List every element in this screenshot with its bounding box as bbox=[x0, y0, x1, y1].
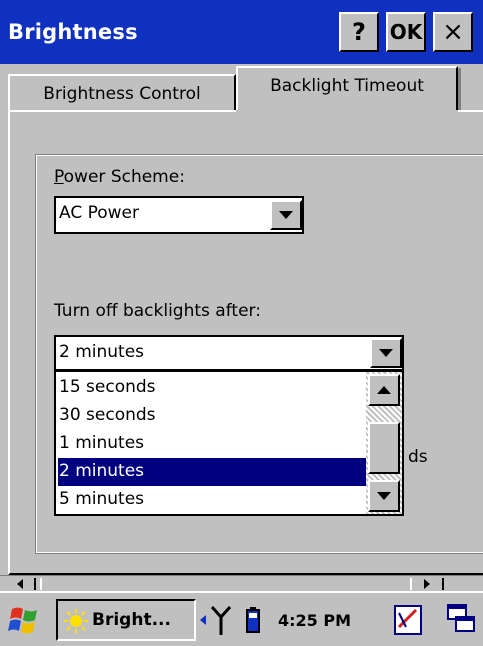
horizontal-scrollbar[interactable] bbox=[0, 575, 483, 591]
chevron-right-icon bbox=[424, 579, 430, 589]
list-item[interactable]: 5 minutes bbox=[58, 486, 366, 514]
backlight-timeout-value: 2 minutes bbox=[59, 342, 145, 362]
backlight-timeout-combo[interactable]: 2 minutes bbox=[54, 335, 404, 371]
arrow-left-icon bbox=[200, 615, 206, 625]
help-button[interactable]: ? bbox=[339, 12, 379, 52]
scroll-up-button[interactable] bbox=[368, 374, 400, 406]
ok-button[interactable]: OK bbox=[386, 12, 426, 52]
list-scrollbar[interactable] bbox=[366, 372, 402, 514]
desktop-icon[interactable] bbox=[446, 603, 478, 635]
pen-input-icon[interactable] bbox=[394, 605, 422, 635]
power-scheme-dropdown-button[interactable] bbox=[270, 200, 302, 230]
sun-icon bbox=[64, 609, 88, 633]
task-button-brightness[interactable]: Bright... bbox=[56, 599, 196, 641]
antenna-icon[interactable] bbox=[210, 605, 232, 635]
window-title: Brightness bbox=[8, 20, 138, 44]
chevron-down-icon bbox=[279, 211, 293, 219]
clock[interactable]: 4:25 PM bbox=[278, 611, 351, 630]
taskbar: Bright... 4:25 PM bbox=[0, 591, 483, 646]
task-button-label: Bright... bbox=[92, 610, 171, 630]
list-item-selected[interactable]: 2 minutes bbox=[58, 458, 366, 486]
tab-brightness-control[interactable]: Brightness Control bbox=[8, 74, 236, 112]
chevron-left-icon bbox=[17, 579, 23, 589]
power-scheme-combo[interactable]: AC Power bbox=[54, 196, 304, 234]
scroll-left-button[interactable] bbox=[6, 578, 36, 590]
tab-shadow bbox=[458, 68, 461, 110]
scroll-track[interactable] bbox=[40, 578, 408, 590]
chevron-down-icon bbox=[377, 492, 391, 500]
power-scheme-value: AC Power bbox=[59, 203, 140, 223]
chevron-down-icon bbox=[379, 349, 393, 357]
obscured-label-fragment: ds bbox=[408, 447, 428, 467]
scroll-right-button[interactable] bbox=[410, 578, 444, 590]
chevron-up-icon bbox=[377, 386, 391, 394]
list-item[interactable]: 1 minutes bbox=[58, 430, 366, 458]
scroll-thumb[interactable] bbox=[368, 422, 400, 474]
backlight-timeout-dropdown-button[interactable] bbox=[370, 338, 402, 368]
title-bar: Brightness ? OK × bbox=[0, 0, 483, 64]
panel-edge bbox=[458, 110, 483, 112]
panel-edge bbox=[8, 110, 236, 112]
close-button[interactable]: × bbox=[433, 12, 473, 52]
battery-icon[interactable] bbox=[246, 607, 260, 633]
turn-off-label: Turn off backlights after: bbox=[54, 301, 261, 321]
tab-backlight-timeout[interactable]: Backlight Timeout bbox=[236, 66, 458, 110]
list-item[interactable]: 30 seconds bbox=[58, 402, 366, 430]
list-item[interactable]: 15 seconds bbox=[58, 374, 366, 402]
system-tray: 4:25 PM bbox=[198, 601, 438, 641]
power-scheme-label: Power Scheme: bbox=[54, 167, 185, 187]
timeout-dropdown-list[interactable]: 15 seconds 30 seconds 1 minutes 2 minute… bbox=[54, 370, 404, 516]
windows-flag-icon[interactable] bbox=[6, 605, 42, 637]
scroll-down-button[interactable] bbox=[368, 480, 400, 512]
